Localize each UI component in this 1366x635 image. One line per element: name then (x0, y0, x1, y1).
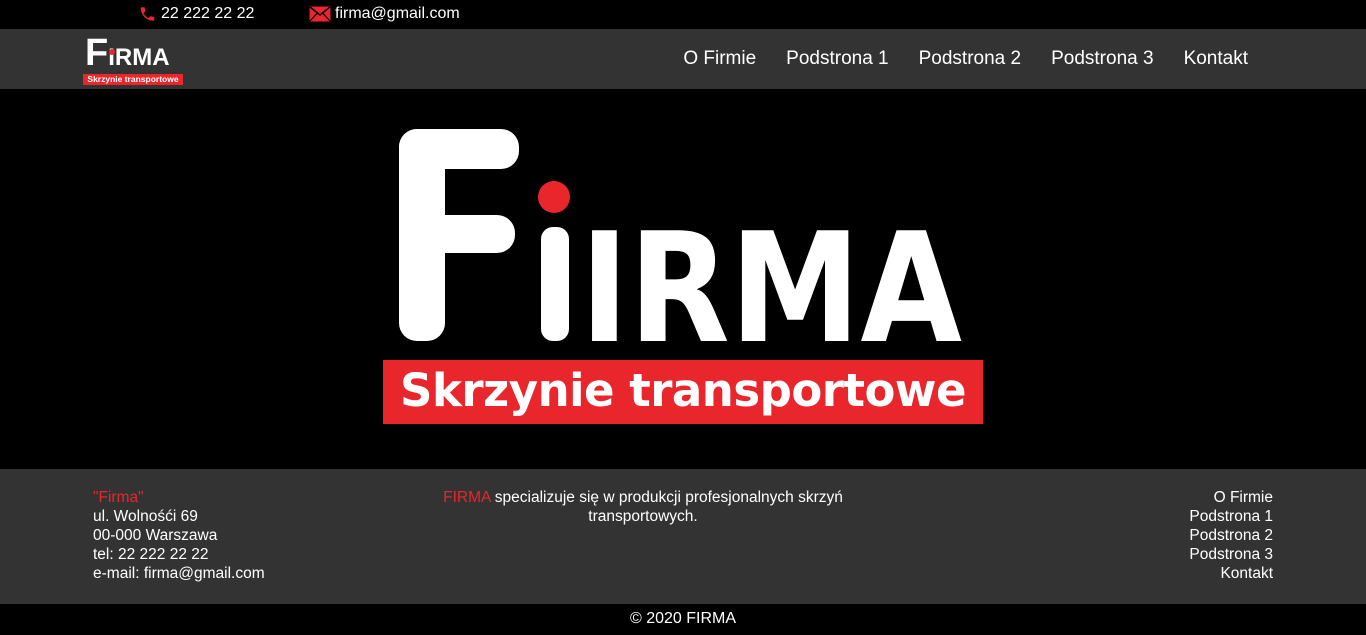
footer-about-text: specializuje się w produkcji profesjonal… (490, 489, 843, 525)
contact-phone[interactable]: 22 222 22 22 (138, 5, 254, 23)
nav-item-podstrona-2[interactable]: Podstrona 2 (919, 48, 1021, 70)
footer-about: FIRMA specializuje się w produkcji profe… (443, 488, 843, 526)
footer-company-name: "Firma" (93, 489, 144, 506)
footer-link-podstrona-2[interactable]: Podstrona 2 (1189, 526, 1273, 545)
footer: "Firma" ul. Wolnośći 69 00-000 Warszawa … (0, 469, 1366, 604)
footer-links: O Firmie Podstrona 1 Podstrona 2 Podstro… (1189, 488, 1273, 583)
header-logo[interactable]: FIRMA Skrzynie transportowe (83, 34, 184, 86)
hero-logo-f-letter (399, 129, 519, 341)
footer-street: ul. Wolnośći 69 (93, 508, 198, 525)
main-menu: O Firmie Podstrona 1 Podstrona 2 Podstro… (653, 29, 1248, 89)
hero-banner: IRMA Skrzynie transportowe (0, 89, 1366, 469)
hero-logo-rma: IRMA (580, 200, 962, 377)
nav-item-o-firmie[interactable]: O Firmie (683, 48, 756, 70)
top-contact-bar: 22 222 22 22 firma@gmail.com (0, 0, 1366, 29)
envelope-icon (309, 6, 331, 22)
email-address: firma@gmail.com (335, 5, 460, 22)
header-logo-dot (109, 49, 115, 55)
phone-number: 22 222 22 22 (161, 5, 255, 22)
phone-icon (140, 7, 155, 21)
footer-email: e-mail: firma@gmail.com (93, 565, 265, 582)
nav-item-kontakt[interactable]: Kontakt (1184, 48, 1248, 70)
nav-item-podstrona-3[interactable]: Podstrona 3 (1051, 48, 1153, 70)
contact-email[interactable]: firma@gmail.com (309, 5, 460, 23)
nav-item-podstrona-1[interactable]: Podstrona 1 (786, 48, 888, 70)
footer-address: "Firma" ul. Wolnośći 69 00-000 Warszawa … (93, 488, 265, 583)
hero-tagline: Skrzynie transportowe (383, 360, 983, 424)
footer-about-brand: FIRMA (443, 489, 491, 506)
footer-city: 00-000 Warszawa (93, 527, 218, 544)
footer-link-kontakt[interactable]: Kontakt (1189, 564, 1273, 583)
hero-logo-i-stem (541, 227, 569, 341)
copyright: © 2020 FIRMA (0, 604, 1366, 635)
hero-logo-red-dot (538, 181, 570, 213)
header-logo-word: FIRMA (85, 32, 170, 74)
footer-link-podstrona-3[interactable]: Podstrona 3 (1189, 545, 1273, 564)
navbar: FIRMA Skrzynie transportowe O Firmie Pod… (0, 29, 1366, 89)
footer-link-o-firmie[interactable]: O Firmie (1189, 488, 1273, 507)
header-logo-tagline: Skrzynie transportowe (83, 74, 183, 85)
footer-link-podstrona-1[interactable]: Podstrona 1 (1189, 507, 1273, 526)
footer-tel: tel: 22 222 22 22 (93, 546, 209, 563)
